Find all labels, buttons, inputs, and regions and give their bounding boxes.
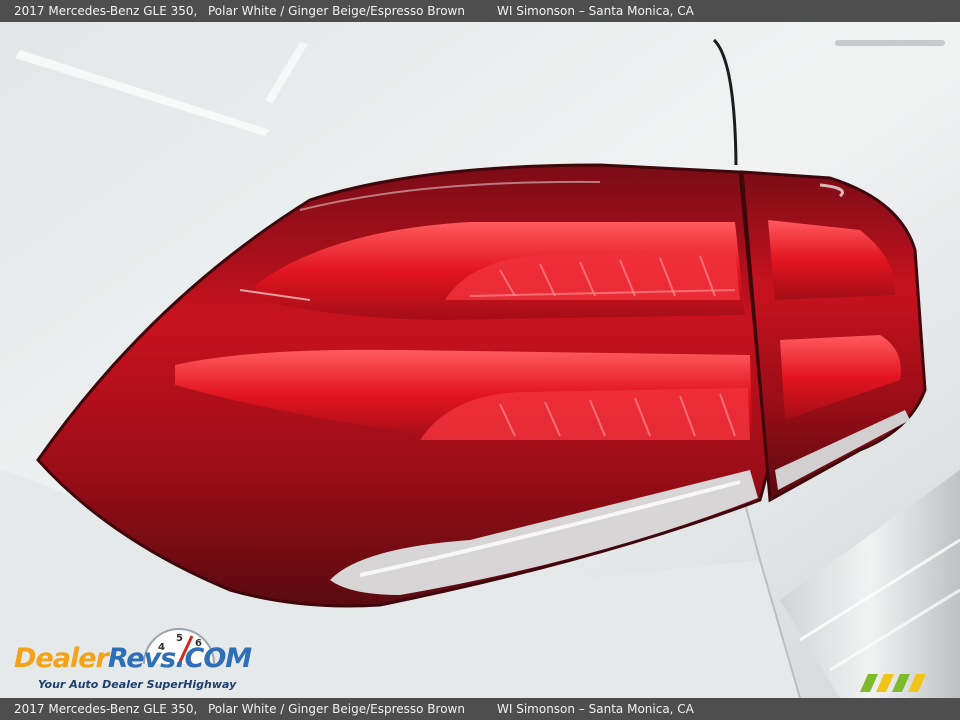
- tail-light-photo: [0, 22, 960, 698]
- vehicle-photo: [0, 22, 960, 698]
- brand-com: .COM: [175, 643, 252, 674]
- brand-revs: Revs: [107, 643, 176, 674]
- caption-model-bottom: 2017 Mercedes-Benz GLE 350,: [14, 702, 198, 716]
- caption-colors-bottom: Polar White / Ginger Beige/Espresso Brow…: [208, 702, 465, 716]
- wm-logo-icon: [860, 674, 926, 692]
- caption-model: 2017 Mercedes-Benz GLE 350,: [14, 4, 198, 18]
- dealerrevs-logo: 4 5 6 DealerRevs.COM Your Auto Dealer Su…: [12, 624, 264, 694]
- caption-dealer: WI Simonson – Santa Monica, CA: [497, 4, 694, 18]
- caption-dealer-bottom: WI Simonson – Santa Monica, CA: [497, 702, 694, 716]
- caption-bar-bottom: 2017 Mercedes-Benz GLE 350, Polar White …: [0, 698, 960, 720]
- dealerrevs-wordmark: DealerRevs.COM: [14, 643, 252, 674]
- brand-dealer: Dealer: [14, 643, 109, 674]
- dealerrevs-tagline: Your Auto Dealer SuperHighway: [38, 678, 237, 691]
- caption-colors: Polar White / Ginger Beige/Espresso Brow…: [208, 4, 465, 18]
- caption-bar-top: 2017 Mercedes-Benz GLE 350, Polar White …: [0, 0, 960, 22]
